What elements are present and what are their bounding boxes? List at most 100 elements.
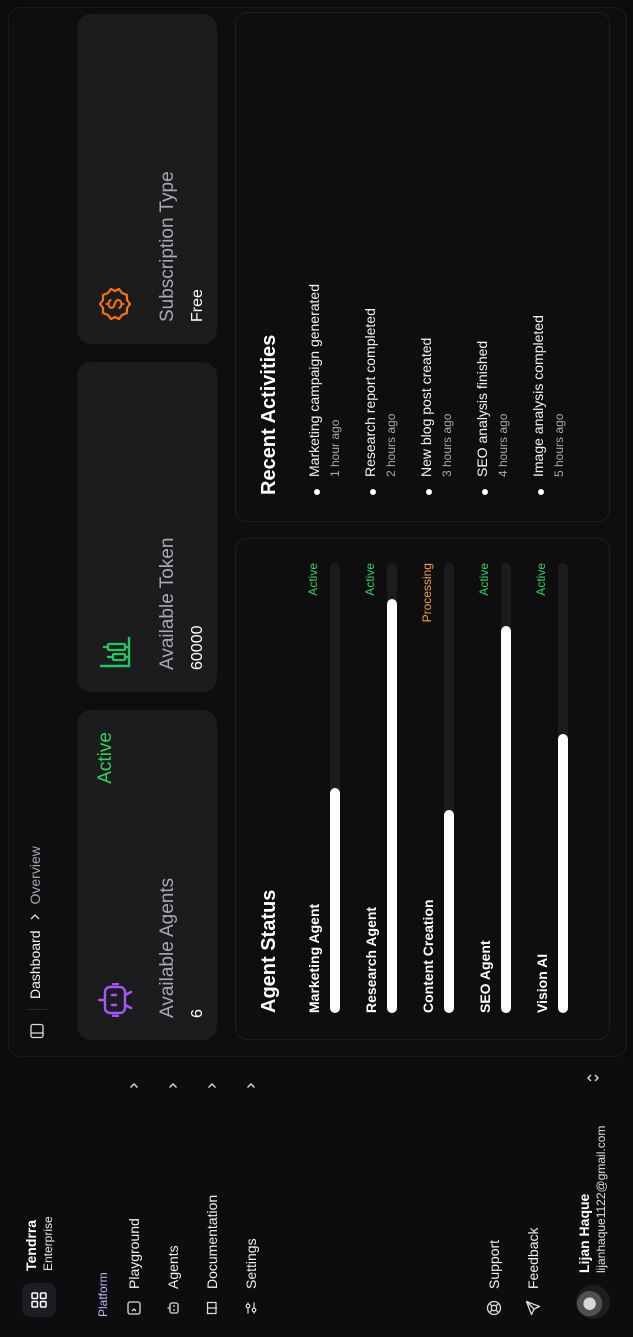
breadcrumb-dashboard[interactable]: Dashboard	[27, 931, 43, 1000]
chevrons-up-down-icon[interactable]	[584, 1069, 602, 1087]
card-value: 60000	[189, 625, 206, 671]
activity-item: New blog post created 3 hours ago	[418, 175, 466, 495]
chevron-right-icon[interactable]	[164, 1077, 182, 1095]
agent-status-panel: Agent Status Marketing Agent Active Rese…	[235, 538, 610, 1040]
activity-time: 1 hour ago	[328, 419, 342, 477]
avatar	[576, 1285, 610, 1319]
activity-text: SEO analysis finished	[474, 340, 490, 477]
header: Dashboard Overview	[9, 8, 65, 1056]
breadcrumb-overview: Overview	[27, 846, 43, 905]
bullet-dot	[370, 489, 376, 495]
agent-name: Marketing Agent	[306, 903, 322, 1013]
activity-text: Marketing campaign generated	[306, 283, 322, 477]
breadcrumb: Dashboard Overview	[27, 846, 43, 999]
sidebar-item-playground[interactable]: Playground	[119, 1077, 149, 1317]
recent-activities-panel: Recent Activities Marketing campaign gen…	[235, 12, 610, 522]
send-icon	[524, 1299, 542, 1317]
agent-name: Content Creation	[420, 899, 436, 1013]
chevron-right-icon	[30, 914, 40, 922]
chevron-right-icon[interactable]	[203, 1077, 221, 1095]
chevron-right-icon[interactable]	[242, 1077, 260, 1095]
sidebar-toggle-icon[interactable]	[28, 1022, 46, 1040]
agent-row[interactable]: SEO Agent Active	[477, 563, 523, 1013]
card-title: Subscription Type	[157, 171, 178, 322]
sidebar-item-documentation[interactable]: Documentation	[197, 1077, 227, 1317]
card-value: Free	[189, 289, 206, 322]
card-available-agents: Active Available Agents 6	[77, 710, 217, 1040]
agent-progress-track	[330, 563, 340, 1013]
agent-status-badge: Active	[306, 563, 320, 596]
grid-icon	[31, 1292, 47, 1308]
sidebar-item-label: Agents	[165, 1245, 181, 1289]
sidebar-item-support[interactable]: Support	[479, 1077, 509, 1317]
agent-status-badge: Active	[363, 563, 377, 596]
agent-progress-track	[501, 563, 511, 1013]
card-status-badge: Active	[95, 732, 116, 784]
agent-progress-fill	[444, 810, 454, 1013]
agent-row[interactable]: Marketing Agent Active	[306, 563, 352, 1013]
dollar-icon	[95, 286, 135, 322]
agent-row[interactable]: Content Creation Processing	[420, 563, 466, 1013]
user-menu[interactable]: Lijan Haque lijanhaque1122@gmail.com	[572, 1069, 616, 1319]
sidebar-item-agents[interactable]: Agents	[158, 1077, 188, 1317]
activity-text: Image analysis completed	[530, 315, 546, 477]
sliders-icon	[242, 1299, 260, 1317]
activity-time: 5 hours ago	[552, 413, 566, 477]
app-name: Tendrra	[23, 1219, 39, 1271]
app-logo[interactable]	[22, 1283, 56, 1317]
activity-time: 3 hours ago	[440, 413, 454, 477]
bullet-dot	[538, 489, 544, 495]
agent-row[interactable]: Research Agent Active	[363, 563, 409, 1013]
sidebar-item-label: Documentation	[204, 1194, 220, 1289]
agent-status-badge: Processing	[420, 563, 434, 623]
activity-item: SEO analysis finished 4 hours ago	[474, 175, 522, 495]
activity-time: 4 hours ago	[496, 413, 510, 477]
app-plan: Enterprise	[41, 1216, 55, 1271]
bullet-dot	[482, 489, 488, 495]
activity-item: Marketing campaign generated 1 hour ago	[306, 175, 354, 495]
activity-item: Image analysis completed 5 hours ago	[530, 175, 578, 495]
user-name: Lijan Haque	[576, 1193, 592, 1273]
terminal-icon	[125, 1299, 143, 1317]
sidebar-item-label: Playground	[126, 1218, 142, 1289]
activity-text: New blog post created	[418, 337, 434, 477]
sidebar: Tendrra Enterprise Platform Playground A…	[0, 1057, 633, 1337]
card-value: 6	[189, 1009, 206, 1018]
sidebar-item-label: Support	[486, 1239, 502, 1289]
agent-progress-track	[387, 563, 397, 1013]
agent-progress-fill	[558, 734, 568, 1013]
bullet-dot	[314, 489, 320, 495]
header-divider	[27, 1009, 47, 1010]
sidebar-item-settings[interactable]: Settings	[236, 1077, 266, 1317]
card-subscription-type: Subscription Type Free	[77, 14, 217, 344]
agent-name: SEO Agent	[477, 940, 493, 1013]
lifebuoy-icon	[485, 1299, 503, 1317]
sidebar-item-feedback[interactable]: Feedback	[518, 1077, 548, 1317]
sidebar-item-label: Settings	[243, 1238, 259, 1289]
bullet-dot	[426, 489, 432, 495]
agent-progress-track	[558, 563, 568, 1013]
agent-progress-fill	[501, 626, 511, 1013]
agent-status-badge: Active	[477, 563, 491, 596]
agent-name: Research Agent	[363, 906, 379, 1013]
user-email: lijanhaque1122@gmail.com	[594, 1125, 608, 1273]
agent-status-title: Agent Status	[258, 889, 280, 1013]
recent-activities-title: Recent Activities	[258, 334, 280, 495]
card-title: Available Agents	[157, 877, 178, 1018]
book-icon	[203, 1299, 221, 1317]
agent-progress-track	[444, 563, 454, 1013]
bot-icon	[95, 982, 135, 1018]
activity-text: Research report completed	[362, 308, 378, 477]
card-title: Available Token	[157, 537, 178, 670]
section-label-platform: Platform	[96, 1272, 110, 1317]
agent-progress-fill	[330, 788, 340, 1013]
sidebar-item-label: Feedback	[525, 1227, 541, 1289]
bar-chart-icon	[95, 634, 135, 670]
activity-item: Research report completed 2 hours ago	[362, 175, 410, 495]
agent-row[interactable]: Vision AI Active	[534, 563, 580, 1013]
agent-status-badge: Active	[534, 563, 548, 596]
chevron-right-icon[interactable]	[125, 1077, 143, 1095]
agent-progress-fill	[387, 599, 397, 1013]
bot-icon	[164, 1299, 182, 1317]
card-available-token: Available Token 60000	[77, 362, 217, 692]
